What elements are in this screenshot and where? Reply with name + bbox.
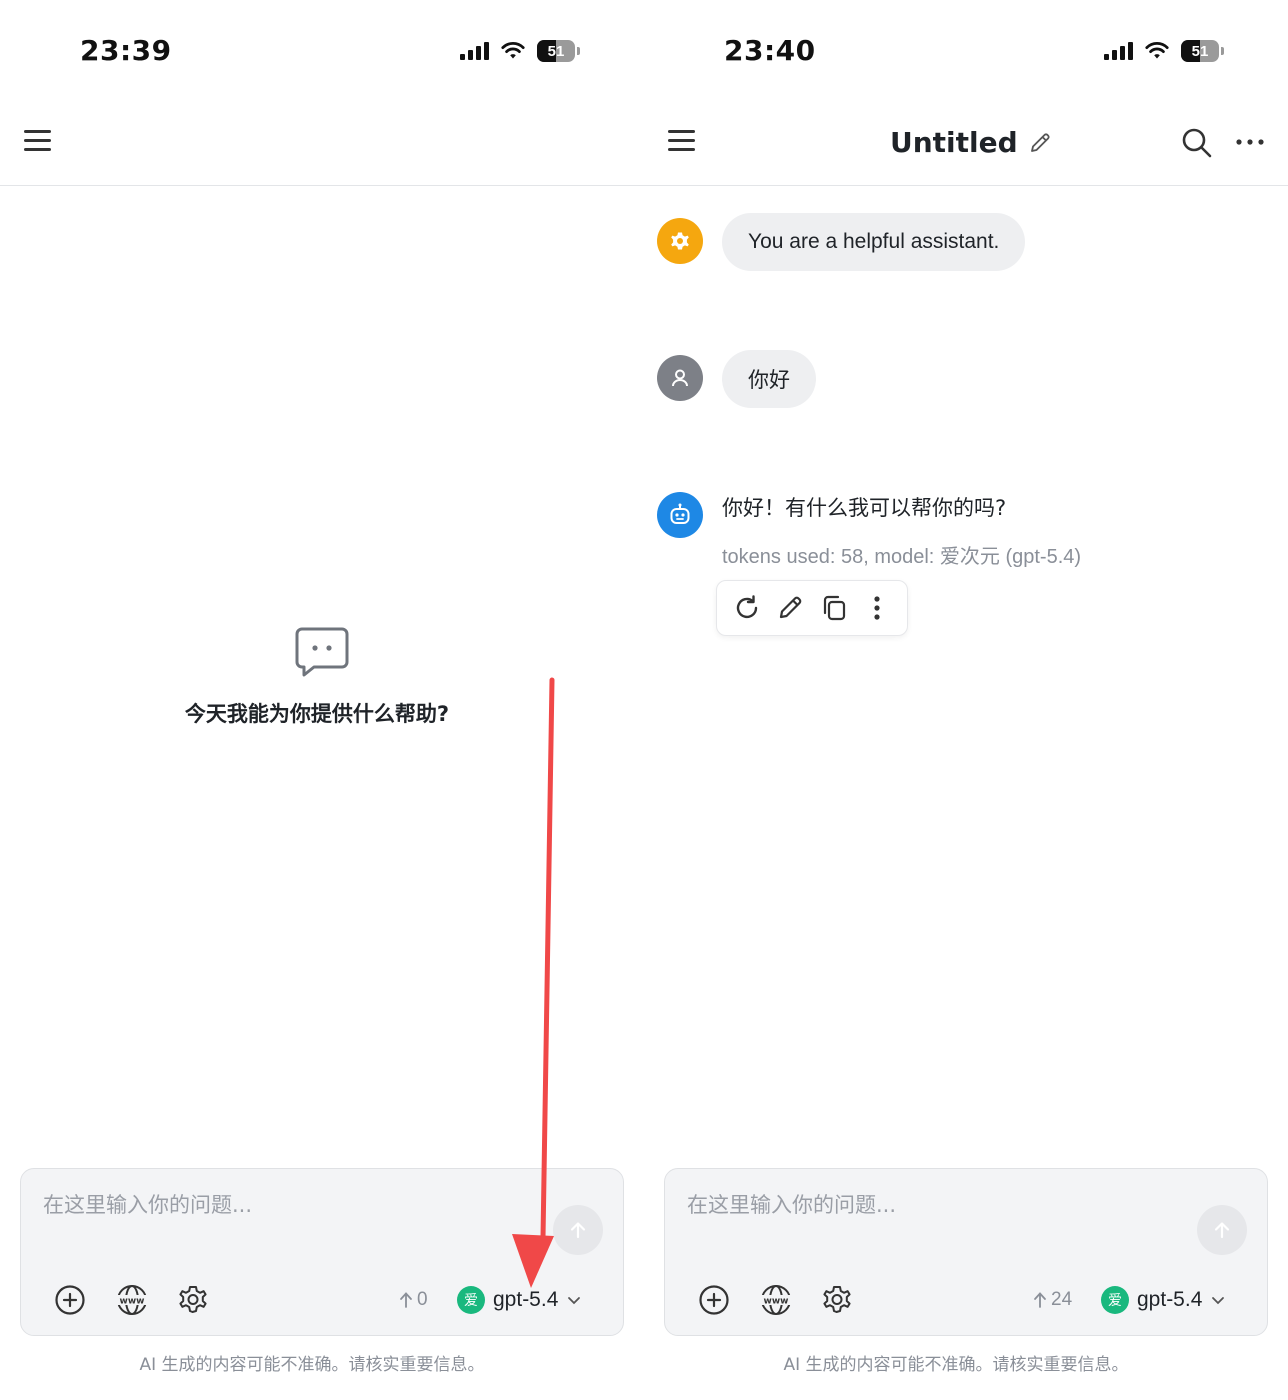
- wifi-icon: [1145, 42, 1169, 59]
- plus-circle-icon: [699, 1285, 729, 1315]
- disclaimer-text: AI 生成的内容可能不准确。请核实重要信息。: [783, 1355, 1129, 1375]
- token-count-value: 0: [417, 1289, 428, 1310]
- settings-button[interactable]: [820, 1283, 854, 1317]
- model-name: gpt-5.4: [493, 1288, 559, 1311]
- globe-www-icon: www: [760, 1285, 792, 1315]
- plus-circle-icon: [55, 1285, 85, 1315]
- model-selector[interactable]: 爱 gpt-5.4: [457, 1283, 582, 1317]
- system-message: You are a helpful assistant.: [722, 213, 1026, 271]
- copy-button[interactable]: [819, 593, 849, 623]
- web-search-button[interactable]: www: [115, 1283, 149, 1317]
- user-message: 你好: [722, 350, 816, 408]
- model-name: gpt-5.4: [1137, 1288, 1203, 1311]
- battery-percent: 51: [547, 42, 565, 60]
- gear-icon: [823, 1286, 851, 1313]
- wifi-icon: [501, 42, 525, 59]
- token-counter: 24: [1033, 1289, 1072, 1311]
- right-phone-screen: 23:40 51 Untitled You are a helpful assi…: [644, 0, 1288, 1400]
- chat-bubble-icon: [295, 627, 349, 677]
- message-meta: tokens used: 58, model: 爱次元 (gpt-5.4): [722, 546, 1082, 568]
- attach-button[interactable]: [697, 1283, 731, 1317]
- arrow-up-icon: [570, 1222, 586, 1239]
- copy-icon: [823, 595, 845, 621]
- settings-button[interactable]: [176, 1283, 210, 1317]
- person-icon: [672, 369, 688, 387]
- arrow-up-icon: [1214, 1222, 1230, 1239]
- globe-www-icon: www: [116, 1285, 148, 1315]
- chat-title-group: Untitled: [890, 126, 1052, 159]
- token-count-value: 24: [1051, 1289, 1073, 1310]
- status-icons: 51: [460, 40, 580, 62]
- model-badge: 爱: [1101, 1286, 1129, 1314]
- hamburger-icon[interactable]: [24, 130, 54, 154]
- attach-button[interactable]: [53, 1283, 87, 1317]
- assistant-message: 你好！有什么我可以帮你的吗?: [722, 496, 1007, 520]
- edit-message-button[interactable]: [775, 593, 805, 623]
- battery-percent: 51: [1191, 42, 1209, 60]
- system-avatar: [657, 218, 703, 264]
- gear-icon: [179, 1286, 207, 1313]
- chevron-down-icon: [568, 1297, 581, 1305]
- app-header: [0, 100, 644, 186]
- token-counter: 0: [399, 1289, 428, 1311]
- message-actions: [716, 580, 908, 636]
- regenerate-button[interactable]: [732, 593, 762, 623]
- more-vertical-icon: [874, 596, 880, 620]
- more-horizontal-icon[interactable]: [1234, 130, 1266, 154]
- status-icons: 51: [1104, 40, 1224, 62]
- more-actions-button[interactable]: [862, 593, 892, 623]
- robot-icon: [670, 503, 690, 524]
- status-time: 23:40: [724, 34, 816, 67]
- message-composer: www 24 爱 gpt-5.4: [664, 1168, 1268, 1336]
- arrow-up-icon: [1034, 1292, 1046, 1308]
- left-phone-screen: 23:39 51 今天我能为你提供什么帮助? 在这里输入你的问题... www …: [0, 0, 644, 1400]
- search-icon[interactable]: [1180, 126, 1214, 160]
- status-bar: 23:39 51: [0, 0, 644, 100]
- svg-text:www: www: [764, 1297, 789, 1307]
- user-avatar: [657, 355, 703, 401]
- arrow-up-icon: [400, 1292, 412, 1308]
- pencil-icon[interactable]: [1028, 131, 1052, 155]
- battery-icon: 51: [1181, 40, 1224, 62]
- signal-icon: [1104, 42, 1133, 60]
- model-selector[interactable]: 爱 gpt-5.4: [1101, 1283, 1226, 1317]
- message-input[interactable]: [43, 1189, 523, 1229]
- battery-icon: 51: [537, 40, 580, 62]
- refresh-icon: [736, 595, 757, 619]
- assistant-avatar: [657, 492, 703, 538]
- pencil-icon: [780, 596, 802, 619]
- message-input[interactable]: [687, 1189, 1167, 1229]
- disclaimer-text: AI 生成的内容可能不准确。请核实重要信息。: [139, 1355, 485, 1375]
- message-composer: www 0 爱 gpt-5.4: [20, 1168, 624, 1336]
- send-button[interactable]: [553, 1205, 603, 1255]
- chevron-down-icon: [1212, 1297, 1225, 1305]
- model-badge: 爱: [457, 1286, 485, 1314]
- empty-state-text: 今天我能为你提供什么帮助?: [184, 702, 450, 726]
- svg-text:www: www: [120, 1297, 145, 1307]
- app-header: Untitled: [644, 100, 1288, 186]
- signal-icon: [460, 42, 489, 60]
- send-button[interactable]: [1197, 1205, 1247, 1255]
- web-search-button[interactable]: www: [759, 1283, 793, 1317]
- gear-icon: [671, 232, 689, 250]
- chat-title: Untitled: [890, 126, 1018, 159]
- hamburger-icon[interactable]: [668, 130, 698, 154]
- status-time: 23:39: [80, 34, 172, 67]
- status-bar: 23:40 51: [644, 0, 1288, 100]
